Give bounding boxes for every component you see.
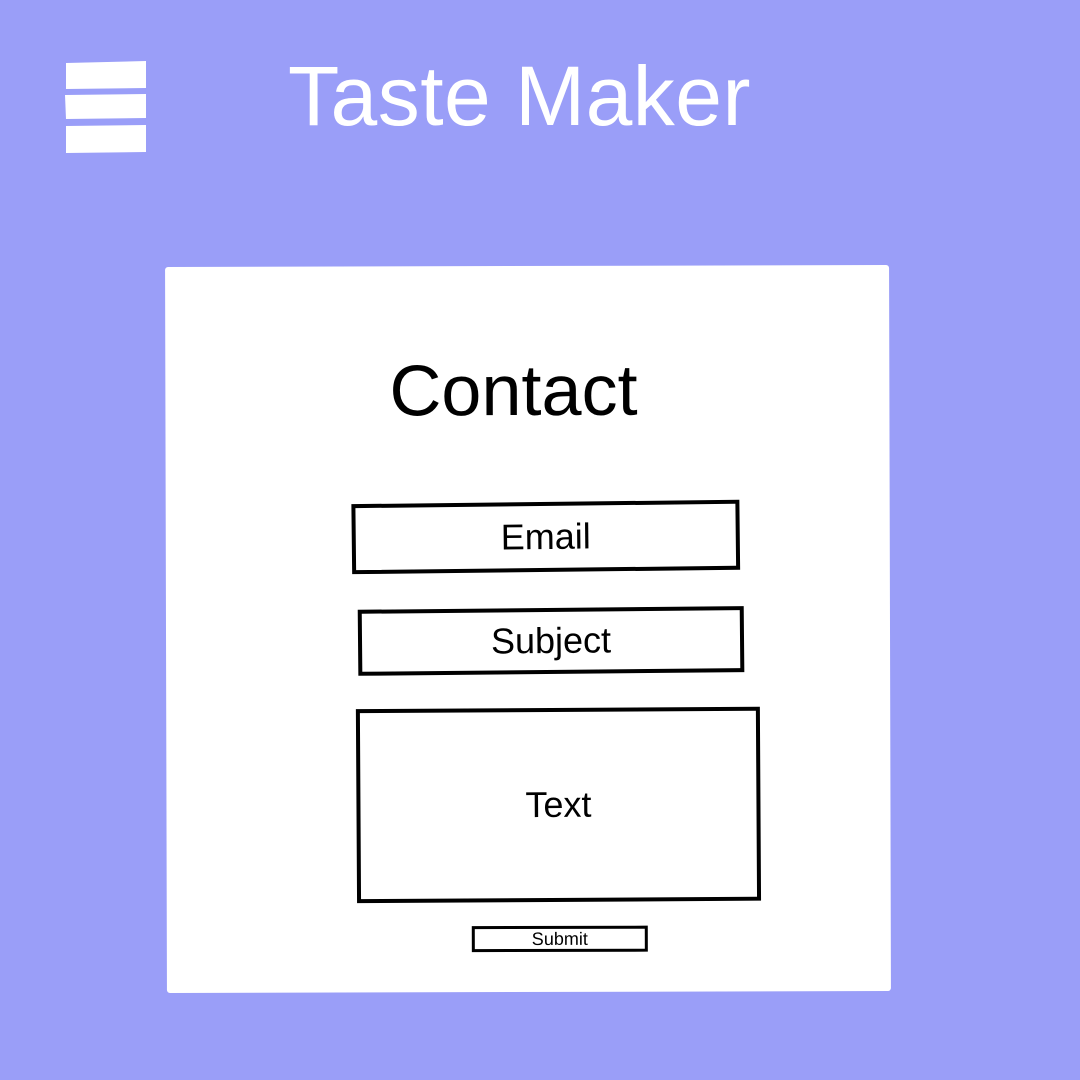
app-title: Taste Maker bbox=[288, 49, 751, 143]
email-field[interactable]: Email bbox=[351, 499, 741, 575]
subject-field[interactable]: Subject bbox=[357, 606, 745, 676]
message-textarea[interactable]: Text bbox=[355, 706, 762, 904]
message-textarea-label: Text bbox=[525, 783, 592, 826]
submit-button[interactable]: Submit bbox=[471, 925, 648, 953]
contact-title: Contact bbox=[389, 350, 638, 432]
hamburger-menu-icon[interactable] bbox=[64, 60, 148, 154]
subject-field-label: Subject bbox=[490, 619, 612, 662]
page: Taste Maker Contact Email Subject Text S… bbox=[0, 0, 1080, 1080]
email-field-label: Email bbox=[500, 515, 591, 558]
contact-card: Contact Email Subject Text Submit bbox=[165, 265, 891, 993]
